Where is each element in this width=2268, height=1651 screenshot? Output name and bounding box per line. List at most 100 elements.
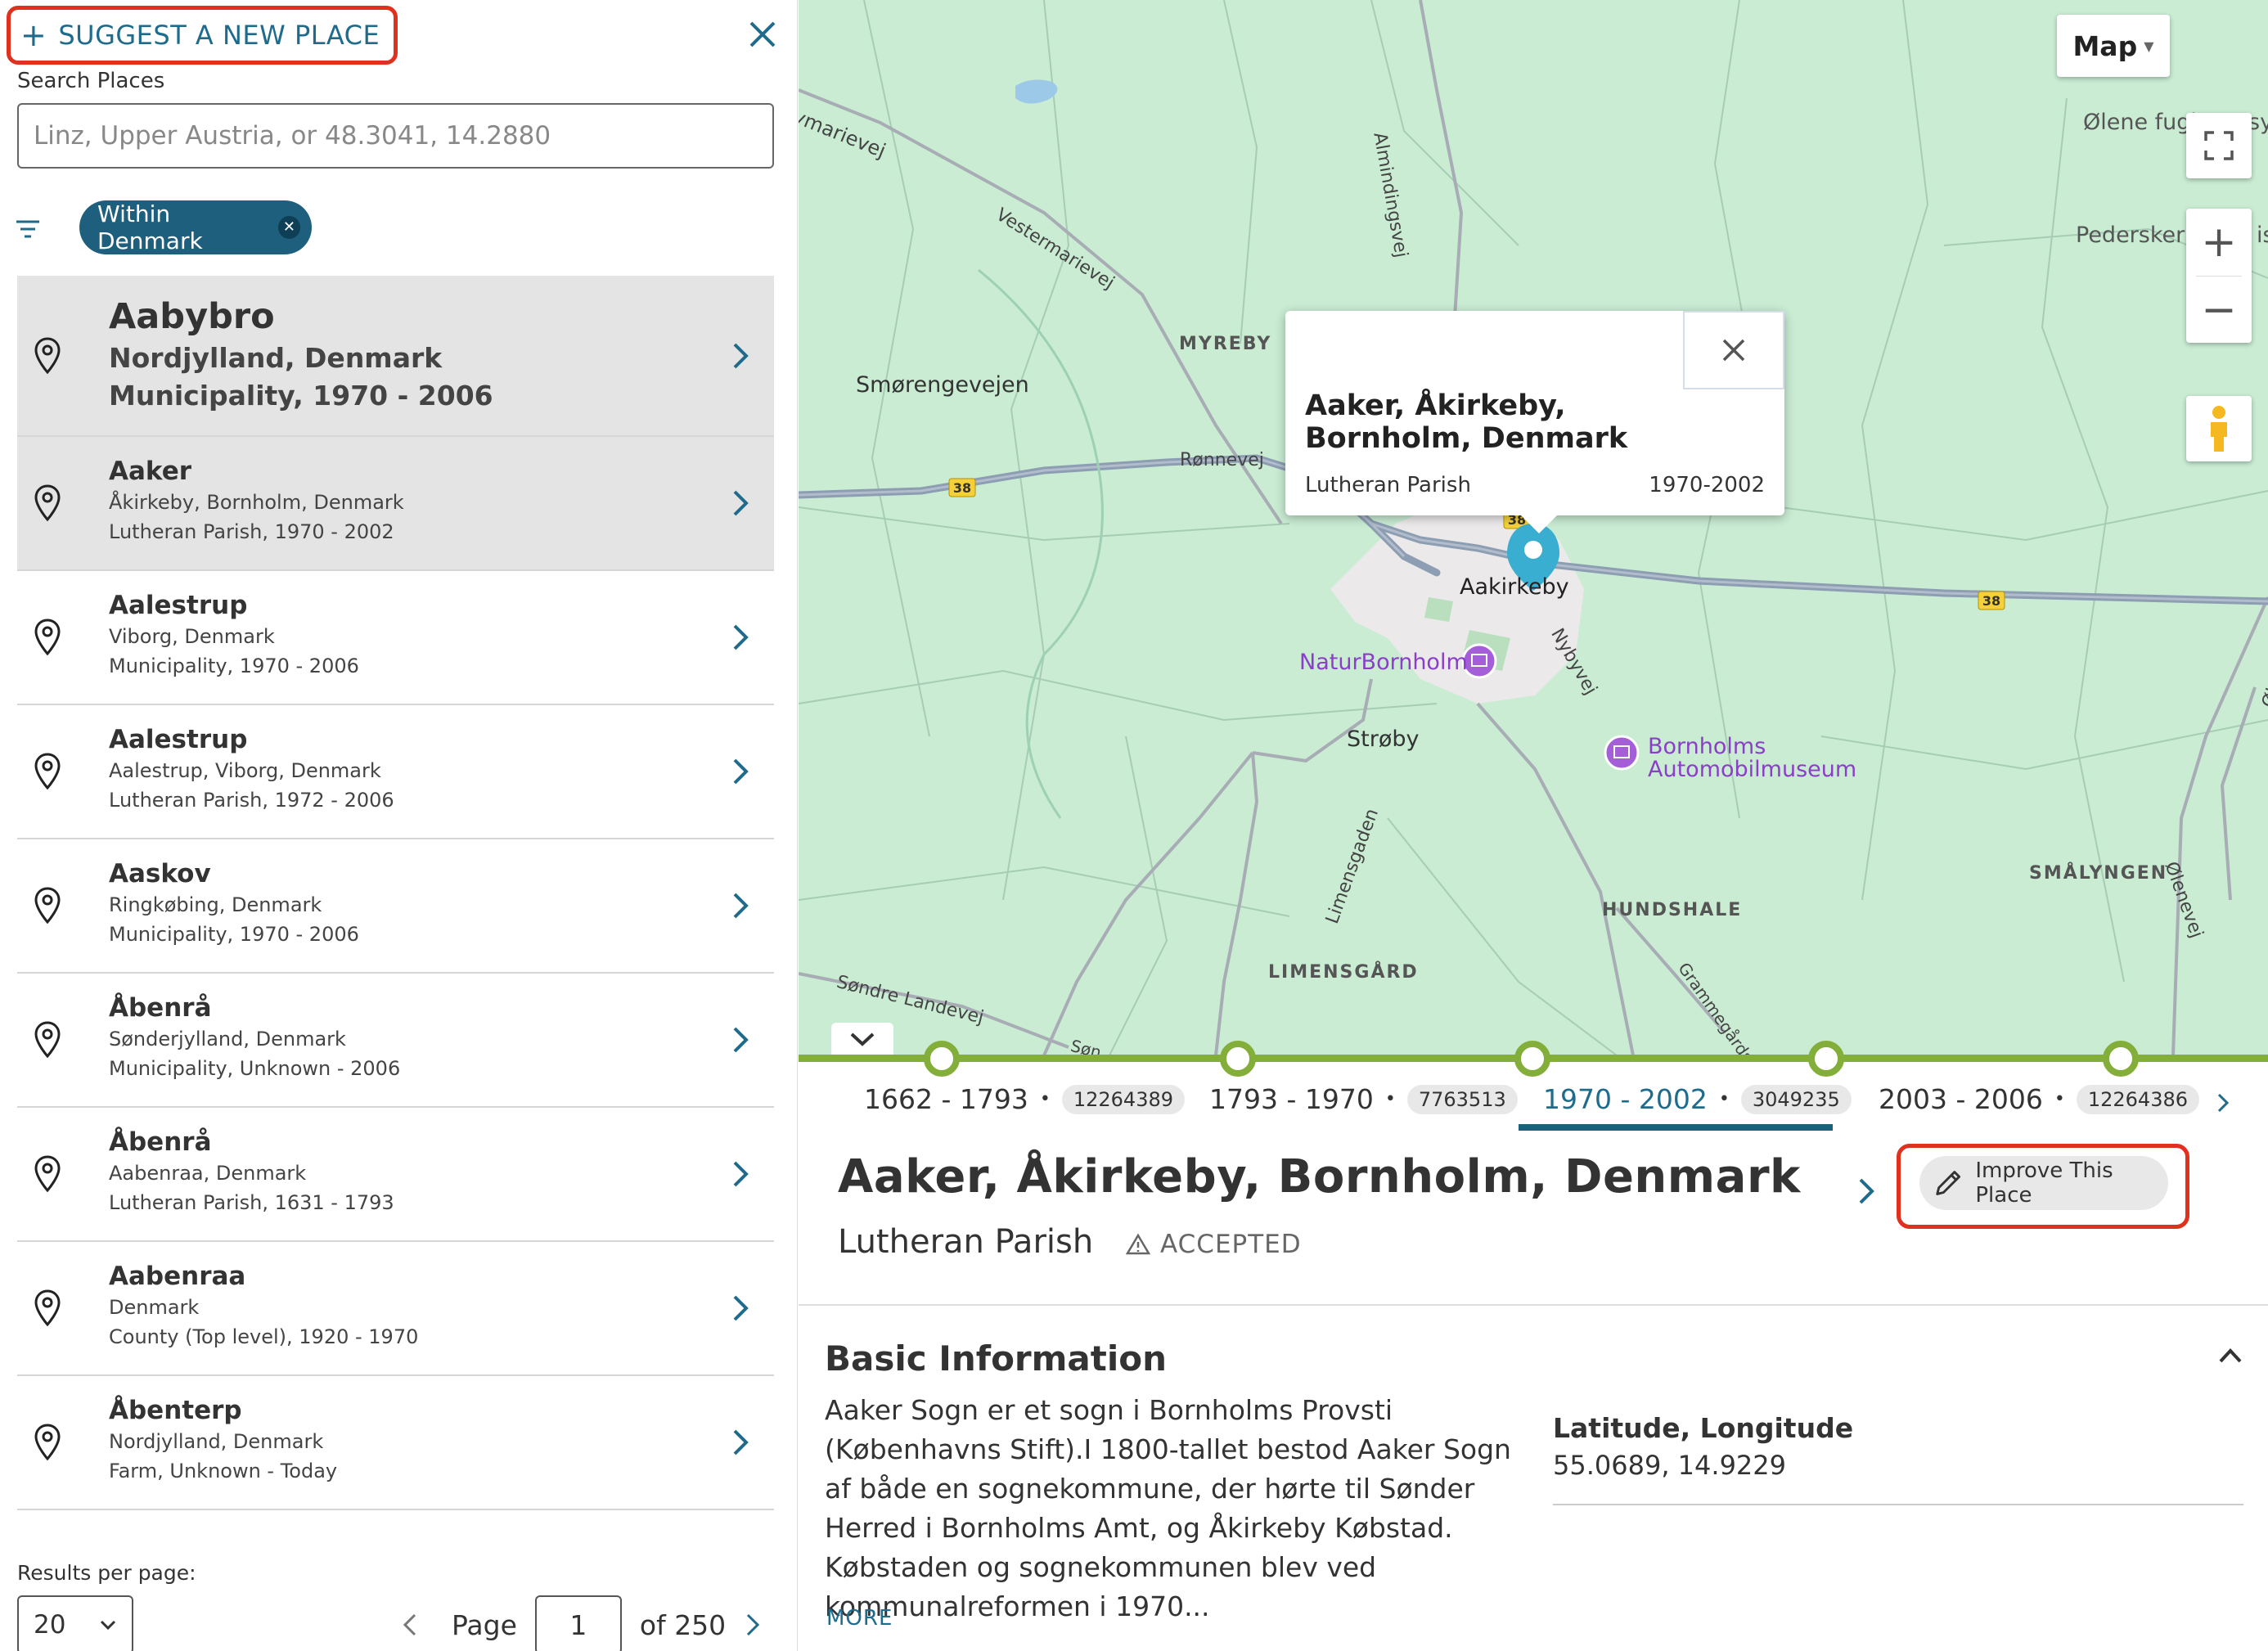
suggest-new-place-button[interactable]: + SUGGEST A NEW PLACE [7, 6, 398, 65]
result-row[interactable]: Aabenraa Denmark County (Top level), 192… [17, 1242, 774, 1376]
timeline-node[interactable] [1808, 1041, 1844, 1077]
result-name: Aaker [109, 457, 192, 486]
basic-information-heading: Basic Information [825, 1338, 1167, 1379]
title-part: Åkirkeby, [1016, 1150, 1262, 1203]
close-icon[interactable] [743, 15, 782, 54]
chevron-down-icon [100, 1620, 116, 1631]
map-label: Rønnevej [1180, 450, 1264, 470]
map-label: MYREBY [1179, 334, 1272, 354]
chevron-right-icon [733, 490, 749, 516]
chevron-up-icon[interactable] [2217, 1347, 2243, 1365]
page-number-input[interactable]: 1 [534, 1595, 622, 1651]
search-input[interactable] [17, 103, 774, 169]
timeline-period-tab[interactable]: 1662 - 1793 • 12264389 [864, 1083, 1185, 1115]
location-pin-icon [34, 1424, 61, 1461]
timeline-node[interactable] [1220, 1041, 1256, 1077]
chevron-right-icon[interactable] [1857, 1176, 1875, 1206]
location-pin-icon [34, 753, 61, 790]
result-type: County (Top level), 1920 - 1970 [109, 1325, 419, 1348]
map-label: Smørengevejen [856, 372, 1029, 398]
page-total: of 250 [639, 1608, 727, 1641]
status-badge: ACCEPTED [1126, 1230, 1302, 1259]
chevron-right-icon [733, 343, 749, 368]
result-name: Aalestrup [109, 591, 248, 620]
result-region: Ringkøbing, Denmark [109, 893, 322, 916]
period-id-badge: 12264386 [2076, 1084, 2199, 1114]
result-type: Lutheran Parish, 1972 - 2006 [109, 789, 394, 812]
result-row[interactable]: Aaskov Ringkøbing, Denmark Municipality,… [17, 839, 774, 974]
chevron-right-icon [733, 1161, 749, 1187]
basic-information-text: Aaker Sogn er et sogn i Bornholms Provst… [825, 1394, 1511, 1622]
result-type: Municipality, 1970 - 2006 [109, 655, 359, 677]
result-row[interactable]: Åbenrå Aabenraa, Denmark Lutheran Parish… [17, 1108, 774, 1242]
result-row[interactable]: Åbenrå Sønderjylland, Denmark Municipali… [17, 974, 774, 1108]
timeline-period-tab-active[interactable]: 1970 - 2002 • 3049235 [1543, 1083, 1852, 1115]
next-page-icon[interactable] [744, 1612, 762, 1638]
result-type: Farm, Unknown - Today [109, 1460, 338, 1482]
app-root: + SUGGEST A NEW PLACE Search Places With… [0, 0, 2268, 1651]
period-range: 2003 - 2006 [1879, 1083, 2043, 1115]
map-view[interactable]: 38 38 38 ymarievej Almindingsvej Vesterm… [799, 0, 2268, 1055]
result-region: Aabenraa, Denmark [109, 1162, 307, 1185]
museum-icon[interactable] [1461, 643, 1497, 679]
result-row[interactable]: Aalestrup Aalestrup, Viborg, Denmark Lut… [17, 705, 774, 839]
result-region: Åkirkeby, Bornholm, Denmark [109, 491, 404, 514]
popup-dates: 1970-2002 [1649, 473, 1765, 497]
result-row[interactable]: Aabybro Nordjylland, Denmark Municipalit… [17, 276, 774, 437]
map-label: Bornholms [1648, 734, 1766, 759]
results-list: Aabybro Nordjylland, Denmark Municipalit… [17, 276, 774, 1510]
title-part: Bornholm, [1277, 1150, 1548, 1203]
location-pin-icon [34, 619, 61, 656]
more-link[interactable]: MORE [826, 1606, 893, 1631]
popup-close-button[interactable] [1683, 311, 1784, 389]
place-info-popup: Aaker, Åkirkeby, Bornholm, Denmark Luthe… [1285, 311, 1784, 533]
jurisdiction-timeline: 1662 - 1793 • 12264389 1793 - 1970 • 776… [799, 1041, 2268, 1133]
period-range: 1662 - 1793 [864, 1083, 1028, 1115]
result-name: Aaskov [109, 859, 211, 888]
map-type-label: Map [2072, 29, 2138, 62]
location-pin-icon [34, 1021, 61, 1059]
improve-this-place-button[interactable]: Improve This Place [1919, 1156, 2168, 1210]
improve-label: Improve This Place [1975, 1158, 2113, 1208]
caret-down-icon: ▼ [2144, 38, 2154, 54]
map-label: SMÅLYNGEN [2029, 863, 2168, 884]
zoom-out-button[interactable]: − [2186, 277, 2252, 344]
result-region: Aalestrup, Viborg, Denmark [109, 759, 381, 782]
timeline-node[interactable] [2103, 1041, 2139, 1077]
latlong-label: Latitude, Longitude [1553, 1412, 1854, 1444]
result-row[interactable]: Aalestrup Viborg, Denmark Municipality, … [17, 571, 774, 705]
period-range: 1793 - 1970 [1209, 1083, 1374, 1115]
result-name: Aalestrup [109, 725, 248, 754]
location-pin-icon [34, 1289, 61, 1327]
remove-filter-icon[interactable]: ✕ [277, 216, 300, 239]
result-region: Denmark [109, 1296, 200, 1319]
period-id-badge: 7763513 [1406, 1084, 1518, 1114]
map-label: is [2257, 223, 2268, 248]
result-name: Åbenrå [109, 1127, 212, 1157]
previous-page-icon[interactable] [401, 1612, 419, 1638]
filter-icon[interactable] [15, 219, 41, 239]
result-row[interactable]: Åbenterp Nordjylland, Denmark Farm, Unkn… [17, 1376, 774, 1510]
map-label: Strøby [1347, 727, 1420, 752]
latlong-divider [1553, 1504, 2243, 1505]
timeline-period-tab[interactable]: 2003 - 2006 • 12264386 [1879, 1083, 2199, 1115]
page-label: Page [452, 1608, 517, 1641]
zoom-in-button[interactable]: + [2186, 209, 2252, 276]
warning-icon [1126, 1233, 1150, 1255]
timeline-period-tab[interactable]: 1793 - 1970 • 7763513 [1209, 1083, 1518, 1115]
timeline-next-icon[interactable] [2216, 1091, 2230, 1114]
result-row[interactable]: Aaker Åkirkeby, Bornholm, Denmark Luther… [17, 437, 774, 571]
period-id-badge: 3049235 [1740, 1084, 1852, 1114]
map-label: LIMENSGÅRD [1268, 962, 1419, 983]
results-per-page-select[interactable]: 20 [17, 1595, 133, 1651]
timeline-node[interactable] [1514, 1041, 1550, 1077]
museum-icon[interactable] [1604, 735, 1640, 771]
street-view-pegman-button[interactable] [2186, 396, 2252, 461]
filter-chip-within-denmark[interactable]: Within Denmark ✕ [79, 200, 312, 254]
plus-icon: + [20, 17, 47, 53]
fullscreen-button[interactable] [2186, 113, 2252, 178]
search-places-label: Search Places [17, 69, 165, 93]
map-type-selector[interactable]: Map ▼ [2057, 15, 2170, 77]
status-label: ACCEPTED [1160, 1230, 1302, 1259]
timeline-node[interactable] [924, 1041, 960, 1077]
